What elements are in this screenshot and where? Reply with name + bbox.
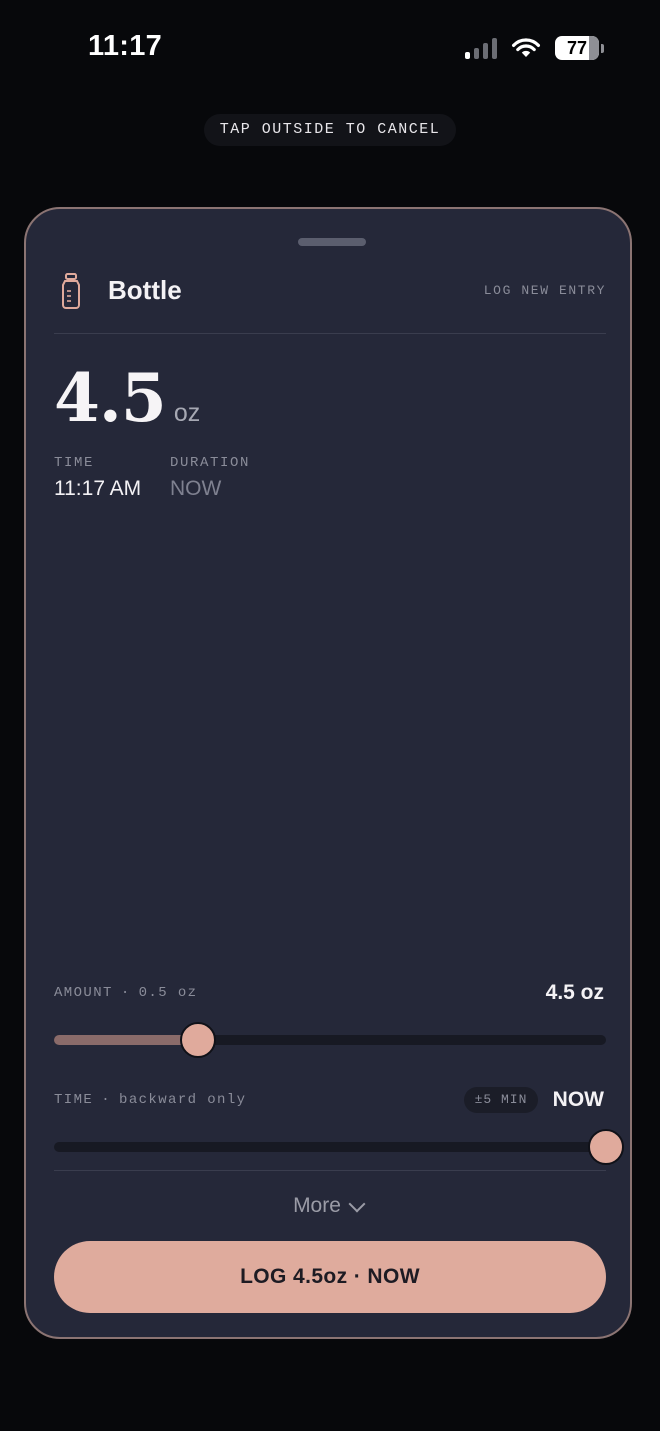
sheet-header: Bottle LOG NEW ENTRY <box>54 271 606 334</box>
amount-unit: oz <box>173 399 201 427</box>
divider <box>54 1170 606 1171</box>
battery-level: 77 <box>566 38 588 58</box>
duration-label: DURATION <box>170 455 251 471</box>
amount-step: 0.5 oz <box>138 985 198 1001</box>
signal-icon <box>465 37 497 59</box>
amount-row-label: AMOUNT · 0.5 oz <box>54 985 198 1001</box>
amount-value: 4.5 <box>54 359 167 437</box>
time-row-value: NOW <box>552 1088 604 1111</box>
amount-row-value: 4.5 oz <box>545 981 604 1004</box>
status-icons: 77 <box>465 36 604 60</box>
sheet-tag: LOG NEW ENTRY <box>483 283 606 298</box>
time-row-note: backward only <box>119 1092 247 1108</box>
screen: 11:17 77 TAP OUTSIDE TO CANCEL Bottle LO… <box>0 0 660 1431</box>
more-label: More <box>293 1194 341 1217</box>
amount-label: AMOUNT <box>54 985 113 1001</box>
amount-slider-fill <box>54 1035 198 1045</box>
status-time: 11:17 <box>88 30 163 62</box>
sheet-title: Bottle <box>108 275 182 305</box>
time-value: 11:17 AM <box>54 477 142 500</box>
cancel-hint: TAP OUTSIDE TO CANCEL <box>204 114 456 146</box>
time-step-chip[interactable]: ±5 MIN <box>464 1087 538 1113</box>
time-row-title: TIME <box>54 1092 94 1108</box>
chevron-down-icon <box>348 1195 366 1212</box>
time-row-label: TIME · backward only <box>54 1092 247 1108</box>
log-entry-button[interactable]: LOG 4.5oz · NOW <box>54 1241 606 1313</box>
sheet-grabber[interactable] <box>298 238 366 246</box>
time-slider-thumb[interactable] <box>588 1129 624 1165</box>
amount-slider[interactable] <box>54 1022 606 1058</box>
duration-value: NOW <box>170 477 222 500</box>
log-entry-sheet: Bottle LOG NEW ENTRY 4.5 oz TIME 11:17 A… <box>24 207 632 1339</box>
amount-display: 4.5 oz <box>54 359 200 437</box>
battery-icon: 77 <box>555 36 604 60</box>
time-slider[interactable] <box>54 1129 624 1165</box>
more-button[interactable]: More <box>26 1189 630 1223</box>
wifi-icon <box>512 38 540 57</box>
bottle-icon <box>62 273 80 309</box>
time-label: TIME <box>54 455 95 471</box>
amount-slider-thumb[interactable] <box>179 1022 216 1058</box>
